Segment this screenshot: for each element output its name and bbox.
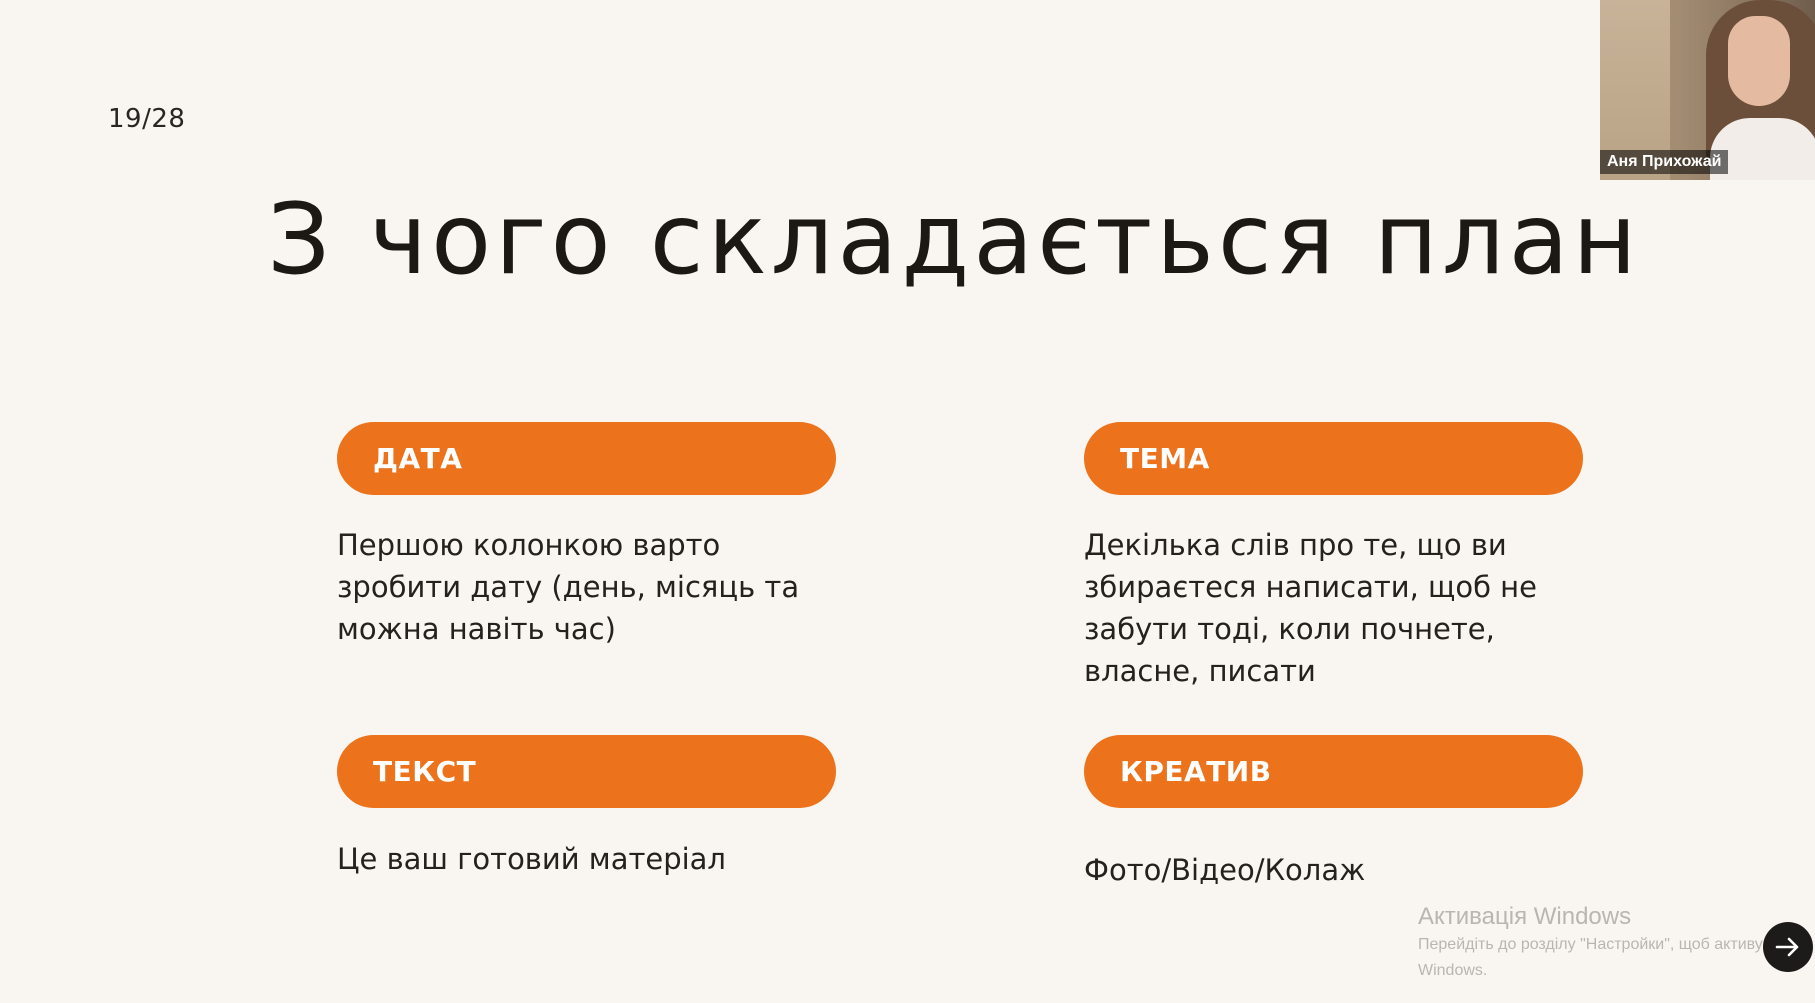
slide-title: З чого складається план — [267, 183, 1641, 297]
date-pill: ДАТА — [337, 422, 836, 495]
text-description: Це ваш готовий матеріал — [337, 842, 726, 876]
creative-pill: КРЕАТИВ — [1084, 735, 1583, 808]
watermark-subtitle-line1: Перейдіть до розділу "Настройки", щоб ак… — [1418, 936, 1796, 953]
creative-description: Фото/Відео/Колаж — [1084, 853, 1366, 887]
text-pill: ТЕКСТ — [337, 735, 836, 808]
date-pill-label: ДАТА — [373, 442, 463, 475]
next-slide-button[interactable] — [1763, 922, 1813, 972]
creative-pill-label: КРЕАТИВ — [1120, 755, 1272, 788]
watermark-title: Активація Windows — [1418, 903, 1632, 930]
topic-pill-label: ТЕМА — [1120, 442, 1210, 475]
participant-name: Аня Прихожай — [1600, 150, 1729, 174]
topic-pill: ТЕМА — [1084, 422, 1583, 495]
arrow-right-icon — [1775, 937, 1799, 957]
page-counter: 19/28 — [108, 104, 186, 134]
webcam-person-face — [1728, 16, 1790, 106]
topic-description: Декілька слів про те, що ви збираєтеся н… — [1084, 528, 1537, 688]
windows-activation-watermark: Активація Windows Перейдіть до розділу "… — [1418, 902, 1796, 984]
date-description: Першою колонкою варто зробити дату (день… — [337, 528, 800, 646]
webcam-video-tile[interactable]: Аня Прихожай — [1600, 0, 1815, 180]
text-pill-label: ТЕКСТ — [373, 755, 477, 788]
watermark-subtitle-line2: Windows. — [1418, 962, 1488, 979]
